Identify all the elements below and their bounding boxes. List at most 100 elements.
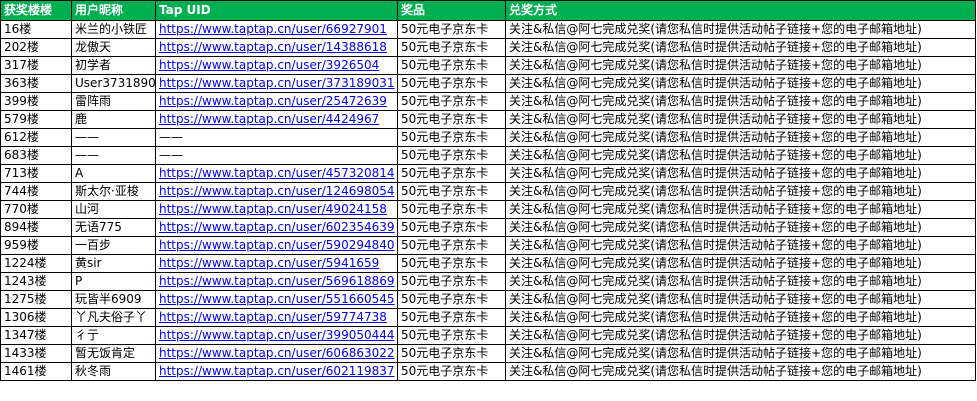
table-row: 1224楼 黄sir https://www.taptap.cn/user/5941… [0,254,976,273]
nickname-cell: 鹿 [71,110,156,129]
floor-cell: 579楼 [0,110,72,129]
table-row: 579楼鹿 https://www.taptap.cn/user/4424967 5… [0,110,976,129]
prize-cell: 50元电子京东卡 [397,74,506,93]
prize-cell: 50元电子京东卡 [397,110,506,129]
nickname-cell: 米兰的小铁匠 [71,20,156,39]
method-cell: 关注&私信@阿七完成兑奖(请您私信时提供活动帖子链接+您的电子邮箱地址) [505,56,976,75]
method-cell: 关注&私信@阿七完成兑奖(请您私信时提供活动帖子链接+您的电子邮箱地址) [505,20,976,39]
table-row: 683楼 —— —— 50元电子京东卡 关注&私信@阿七完成兑奖(请您私信时提供活动帖子… [0,146,976,165]
nickname-cell: User37318903 [71,74,156,93]
table-row: 894楼 无语775 https://www.taptap.cn/user/6023… [0,218,976,237]
prize-cell: 50元电子京东卡 [397,38,506,57]
method-cell: 关注&私信@阿七完成兑奖(请您私信时提供活动帖子链接+您的电子邮箱地址) [505,272,976,291]
method-cell: 关注&私信@阿七完成兑奖(请您私信时提供活动帖子链接+您的电子邮箱地址) [505,290,976,309]
user-profile-link[interactable]: https://www.taptap.cn/user/606863022 [159,346,395,360]
header-method: 兑奖方式 [505,0,976,21]
method-cell: 关注&私信@阿七完成兑奖(请您私信时提供活动帖子链接+您的电子邮箱地址) [505,38,976,57]
user-profile-link[interactable]: https://www.taptap.cn/user/590294840 [159,238,395,252]
table-row: 1275楼 玩皆半6909 https://www.taptap.cn/user/5… [0,290,976,309]
nickname-cell: —— [71,128,156,147]
table-row: 1461楼 秋冬雨 https://www.taptap.cn/user/60211… [0,362,976,381]
user-profile-link[interactable]: https://www.taptap.cn/user/25472639 [159,94,387,108]
prize-cell: 50元电子京东卡 [397,326,506,345]
uid-cell: —— [155,128,398,147]
floor-cell: 894楼 [0,218,72,237]
user-profile-link[interactable]: https://www.taptap.cn/user/3926504 [159,58,379,72]
uid-cell: https://www.taptap.cn/user/606863022 [155,344,398,363]
nickname-cell: —— [71,146,156,165]
nickname-cell: 龙傲天 [71,38,156,57]
nickname-cell: A [71,164,156,183]
floor-cell: 713楼 [0,164,72,183]
floor-cell: 1461楼 [0,362,72,381]
table-row: 713楼 Ahttps://www.taptap.cn/user/45732081… [0,164,976,183]
user-profile-link[interactable]: https://www.taptap.cn/user/373189031 [159,76,395,90]
method-cell: 关注&私信@阿七完成兑奖(请您私信时提供活动帖子链接+您的电子邮箱地址) [505,218,976,237]
user-profile-link[interactable]: https://www.taptap.cn/user/569618869 [159,274,395,288]
floor-cell: 1243楼 [0,272,72,291]
uid-cell: https://www.taptap.cn/user/457320814 [155,164,398,183]
uid-cell: https://www.taptap.cn/user/590294840 [155,236,398,255]
floor-cell: 1347楼 [0,326,72,345]
user-profile-link[interactable]: https://www.taptap.cn/user/14388618 [159,40,387,54]
prize-cell: 50元电子京东卡 [397,344,506,363]
uid-cell: https://www.taptap.cn/user/4424967 [155,110,398,129]
uid-cell: https://www.taptap.cn/user/14388618 [155,38,398,57]
table-row: 399楼 雷阵雨 https://www.taptap.cn/user/254726… [0,92,976,111]
method-cell: 关注&私信@阿七完成兑奖(请您私信时提供活动帖子链接+您的电子邮箱地址) [505,164,976,183]
table-row: 744楼 斯太尔·亚梭 https://www.taptap.cn/user/124… [0,182,976,201]
nickname-cell: 玩皆半6909 [71,290,156,309]
method-cell: 关注&私信@阿七完成兑奖(请您私信时提供活动帖子链接+您的电子邮箱地址) [505,128,976,147]
uid-cell: https://www.taptap.cn/user/569618869 [155,272,398,291]
uid-cell: https://www.taptap.cn/user/551660545 [155,290,398,309]
floor-cell: 399楼 [0,92,72,111]
method-cell: 关注&私信@阿七完成兑奖(请您私信时提供活动帖子链接+您的电子邮箱地址) [505,254,976,273]
user-profile-link[interactable]: https://www.taptap.cn/user/59774738 [159,310,387,324]
prize-cell: 50元电子京东卡 [397,254,506,273]
floor-cell: 744楼 [0,182,72,201]
header-nickname: 用户昵称 [71,0,156,21]
nickname-cell: 丫凡夫俗子丫 [71,308,156,327]
method-cell: 关注&私信@阿七完成兑奖(请您私信时提供活动帖子链接+您的电子邮箱地址) [505,236,976,255]
method-cell: 关注&私信@阿七完成兑奖(请您私信时提供活动帖子链接+您的电子邮箱地址) [505,182,976,201]
header-uid: Tap UID [155,0,398,21]
uid-cell: https://www.taptap.cn/user/3926504 [155,56,398,75]
prize-cell: 50元电子京东卡 [397,56,506,75]
uid-cell: https://www.taptap.cn/user/49024158 [155,200,398,219]
floor-cell: 202楼 [0,38,72,57]
prize-cell: 50元电子京东卡 [397,236,506,255]
table-row: 612楼 —— —— 50元电子京东卡 关注&私信@阿七完成兑奖(请您私信时提供活动帖子… [0,128,976,147]
floor-cell: 1224楼 [0,254,72,273]
user-profile-link[interactable]: https://www.taptap.cn/user/4424967 [159,112,379,126]
user-profile-link[interactable]: https://www.taptap.cn/user/49024158 [159,202,387,216]
prize-cell: 50元电子京东卡 [397,20,506,39]
user-profile-link[interactable]: https://www.taptap.cn/user/602119837 [159,364,395,378]
user-profile-link[interactable]: https://www.taptap.cn/user/551660545 [159,292,395,306]
uid-cell: https://www.taptap.cn/user/373189031 [155,74,398,93]
prize-cell: 50元电子京东卡 [397,290,506,309]
header-floor: 获奖楼楼 [0,0,72,21]
user-profile-link[interactable]: https://www.taptap.cn/user/399050444 [159,328,395,342]
table-row: 1347楼 彳亍 https://www.taptap.cn/user/399050… [0,326,976,345]
uid-cell: https://www.taptap.cn/user/59774738 [155,308,398,327]
prize-cell: 50元电子京东卡 [397,92,506,111]
user-profile-link[interactable]: https://www.taptap.cn/user/602354639 [159,220,395,234]
nickname-cell: 初学者 [71,56,156,75]
floor-cell: 1275楼 [0,290,72,309]
user-profile-link[interactable]: https://www.taptap.cn/user/66927901 [159,22,387,36]
uid-cell: https://www.taptap.cn/user/602119837 [155,362,398,381]
floor-cell: 1433楼 [0,344,72,363]
uid-cell: https://www.taptap.cn/user/602354639 [155,218,398,237]
nickname-cell: 一百步 [71,236,156,255]
floor-cell: 612楼 [0,128,72,147]
floor-cell: 683楼 [0,146,72,165]
uid-cell: https://www.taptap.cn/user/5941659 [155,254,398,273]
table-row: 16楼 米兰的小铁匠 https://www.taptap.cn/user/6692… [0,20,976,39]
user-profile-link[interactable]: https://www.taptap.cn/user/124698054 [159,184,395,198]
user-profile-link[interactable]: https://www.taptap.cn/user/457320814 [159,166,395,180]
user-profile-link[interactable]: https://www.taptap.cn/user/5941659 [159,256,379,270]
table-row: 317楼 初学者 https://www.taptap.cn/user/392650… [0,56,976,75]
method-cell: 关注&私信@阿七完成兑奖(请您私信时提供活动帖子链接+您的电子邮箱地址) [505,110,976,129]
winners-table: 获奖楼楼 用户昵称 Tap UID 奖品 兑奖方式 16楼 米兰的小铁匠 https… [0,0,976,381]
prize-cell: 50元电子京东卡 [397,182,506,201]
